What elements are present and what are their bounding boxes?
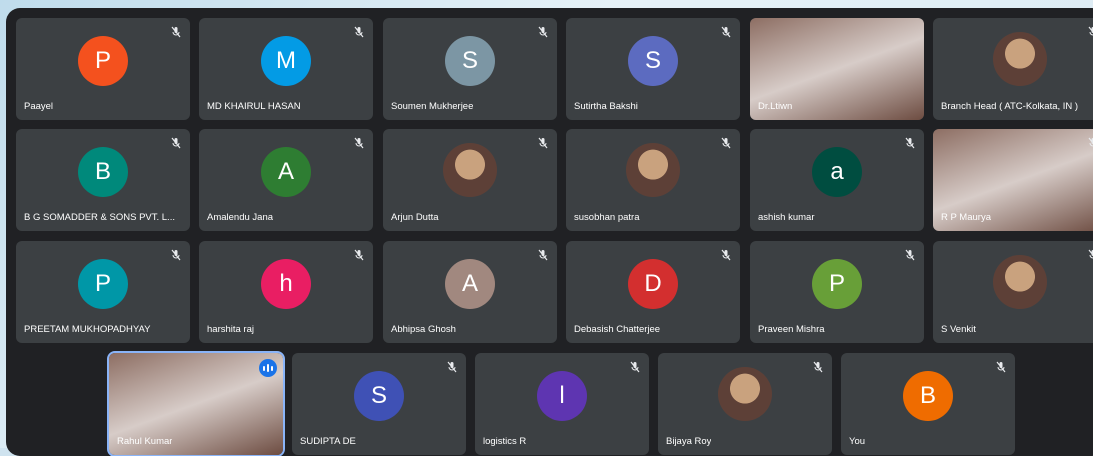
participant-tile[interactable]: A Abhipsa Ghosh [383, 241, 557, 343]
participant-photo [993, 32, 1047, 86]
participant-name: Dr.Ltiwn [758, 101, 792, 112]
mic-muted-icon [353, 248, 365, 260]
mic-muted-icon [629, 360, 641, 372]
participant-name: R P Maurya [941, 212, 991, 223]
avatar: A [445, 259, 495, 309]
mic-muted-icon [904, 136, 916, 148]
participant-tile[interactable]: B You [841, 353, 1015, 455]
participant-name: Bijaya Roy [666, 436, 711, 447]
mic-muted-icon [1087, 136, 1093, 148]
mic-muted-icon [720, 248, 732, 260]
participant-tile[interactable]: A Amalendu Jana [199, 129, 373, 231]
participant-name: Praveen Mishra [758, 324, 825, 335]
mic-muted-icon [170, 25, 182, 37]
participant-tile[interactable]: R P Maurya [933, 129, 1093, 231]
mic-muted-icon [904, 248, 916, 260]
participant-tile[interactable]: Branch Head ( ATC-Kolkata, IN ) [933, 18, 1093, 120]
participant-tile[interactable]: M MD KHAIRUL HASAN [199, 18, 373, 120]
avatar: B [78, 147, 128, 197]
participant-name: Arjun Dutta [391, 212, 439, 223]
participant-tile[interactable]: Bijaya Roy [658, 353, 832, 455]
mic-muted-icon [446, 360, 458, 372]
speaking-icon [259, 359, 277, 377]
participant-tile[interactable]: B B G SOMADDER & SONS PVT. L... [16, 129, 190, 231]
participant-tile[interactable]: l logistics R [475, 353, 649, 455]
participant-tile[interactable]: P PREETAM MUKHOPADHYAY [16, 241, 190, 343]
mic-muted-icon [720, 136, 732, 148]
mic-muted-icon [1087, 25, 1093, 37]
participant-name: SUDIPTA DE [300, 436, 356, 447]
participant-name: Sutirtha Bakshi [574, 101, 638, 112]
mic-muted-icon [170, 136, 182, 148]
meeting-grid: P Paayel M MD KHAIRUL HASAN S Soumen Mukherje… [6, 8, 1093, 456]
avatar: D [628, 259, 678, 309]
participant-tile[interactable]: Rahul Kumar [109, 353, 283, 455]
participant-tile[interactable]: susobhan patra [566, 129, 740, 231]
mic-muted-icon [170, 248, 182, 260]
mic-muted-icon [995, 360, 1007, 372]
participant-name: Abhipsa Ghosh [391, 324, 456, 335]
mic-muted-icon [1087, 248, 1093, 260]
participant-name: ashish kumar [758, 212, 815, 223]
avatar: S [354, 371, 404, 421]
avatar: h [261, 259, 311, 309]
participant-tile[interactable]: S Sutirtha Bakshi [566, 18, 740, 120]
mic-muted-icon [353, 25, 365, 37]
participant-name: MD KHAIRUL HASAN [207, 101, 301, 112]
participant-name: Amalendu Jana [207, 212, 273, 223]
mic-muted-icon [537, 136, 549, 148]
participant-name: logistics R [483, 436, 526, 447]
participant-name: PREETAM MUKHOPADHYAY [24, 324, 151, 335]
participant-photo [718, 367, 772, 421]
participant-name: B G SOMADDER & SONS PVT. L... [24, 212, 175, 223]
participant-name: Branch Head ( ATC-Kolkata, IN ) [941, 101, 1078, 112]
avatar: P [78, 259, 128, 309]
mic-muted-icon [537, 25, 549, 37]
avatar: S [628, 36, 678, 86]
participant-tile[interactable]: Arjun Dutta [383, 129, 557, 231]
avatar: S [445, 36, 495, 86]
participant-tile[interactable]: P Paayel [16, 18, 190, 120]
participant-photo [993, 255, 1047, 309]
participant-tile[interactable]: D Debasish Chatterjee [566, 241, 740, 343]
participant-name: harshita raj [207, 324, 254, 335]
participant-photo [626, 143, 680, 197]
participant-tile[interactable]: a ashish kumar [750, 129, 924, 231]
avatar: a [812, 147, 862, 197]
participant-name: You [849, 436, 865, 447]
participant-name: Soumen Mukherjee [391, 101, 473, 112]
participant-tile[interactable]: P Praveen Mishra [750, 241, 924, 343]
mic-muted-icon [720, 25, 732, 37]
participant-name: Paayel [24, 101, 53, 112]
avatar: M [261, 36, 311, 86]
avatar: P [812, 259, 862, 309]
avatar: A [261, 147, 311, 197]
background-frame: P Paayel M MD KHAIRUL HASAN S Soumen Mukherje… [0, 0, 1093, 448]
mic-muted-icon [812, 360, 824, 372]
participant-tile[interactable]: h harshita raj [199, 241, 373, 343]
participant-name: Rahul Kumar [117, 436, 172, 447]
participant-photo [443, 143, 497, 197]
avatar: B [903, 371, 953, 421]
avatar: l [537, 371, 587, 421]
participant-tile[interactable]: S Soumen Mukherjee [383, 18, 557, 120]
mic-muted-icon [537, 248, 549, 260]
participant-name: Debasish Chatterjee [574, 324, 660, 335]
mic-muted-icon [353, 136, 365, 148]
participant-tile[interactable]: Dr.Ltiwn [750, 18, 924, 120]
participant-name: S Venkit [941, 324, 976, 335]
participant-name: susobhan patra [574, 212, 640, 223]
avatar: P [78, 36, 128, 86]
participant-tile[interactable]: S Venkit [933, 241, 1093, 343]
participant-tile[interactable]: S SUDIPTA DE [292, 353, 466, 455]
